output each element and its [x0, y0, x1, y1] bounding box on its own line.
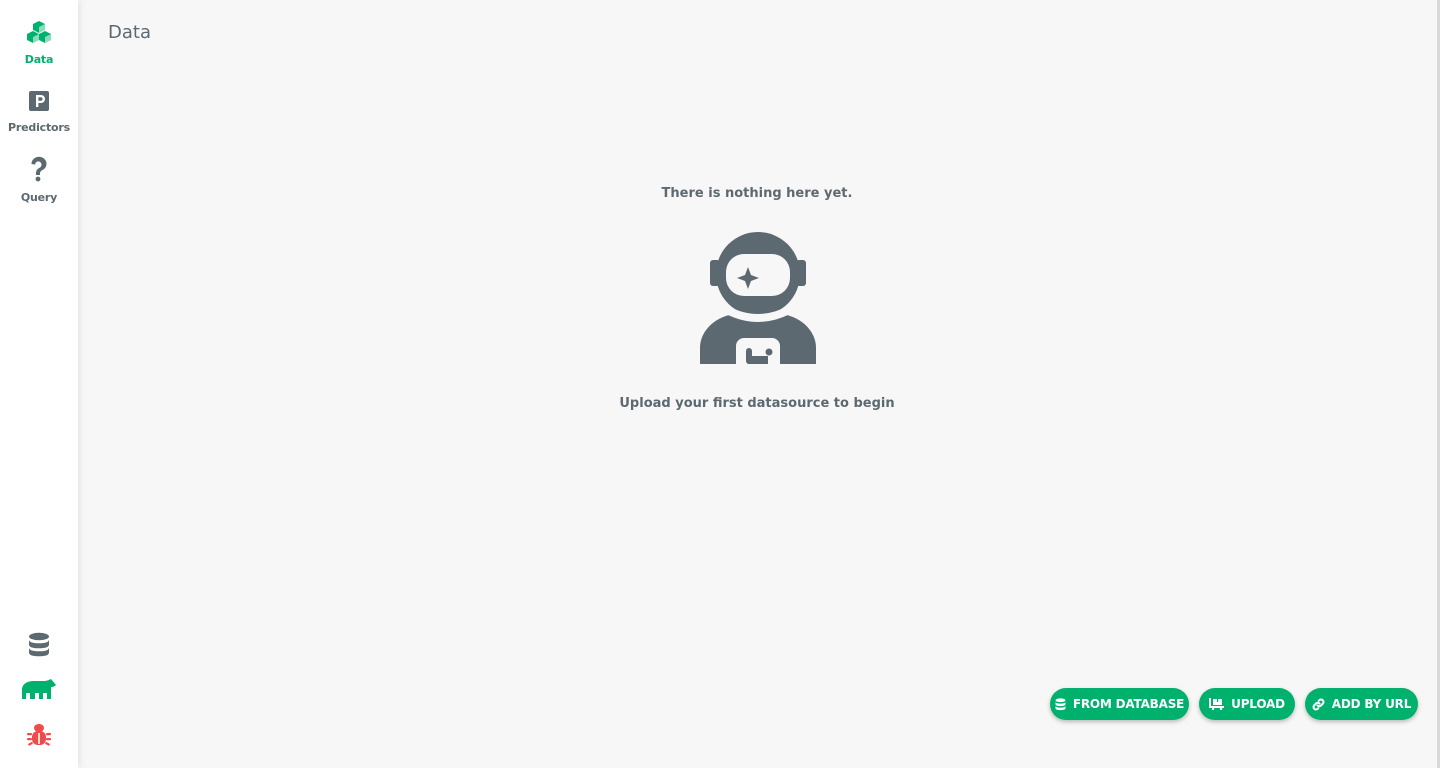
sidebar-item-query[interactable]: Query: [0, 156, 78, 204]
link-icon: [1312, 698, 1325, 710]
mindsdb-logo-icon[interactable]: [0, 678, 78, 700]
astronaut-icon: [698, 230, 818, 366]
sidebar-item-predictors[interactable]: Predictors: [0, 90, 78, 134]
from-database-label: FROM DATABASE: [1072, 697, 1185, 711]
question-icon: [29, 156, 49, 187]
upload-icon: [1209, 698, 1225, 710]
sidebar: Data Predictors Query: [0, 0, 78, 768]
add-by-url-button[interactable]: ADD BY URL: [1305, 688, 1418, 720]
bug-icon[interactable]: [0, 722, 78, 748]
empty-state-subtitle: Upload your first datasource to begin: [619, 396, 895, 411]
empty-state-title: There is nothing here yet.: [661, 186, 853, 201]
cubes-icon: [26, 20, 52, 49]
database-icon[interactable]: [0, 632, 78, 658]
database-icon: [1055, 697, 1066, 710]
add-by-url-label: ADD BY URL: [1331, 697, 1412, 711]
predictor-p-icon: [28, 90, 50, 117]
sidebar-item-data[interactable]: Data: [0, 20, 78, 66]
upload-label: UPLOAD: [1231, 697, 1285, 711]
sidebar-item-label: Predictors: [8, 121, 70, 134]
page-title: Data: [108, 22, 151, 43]
sidebar-item-label: Data: [24, 53, 54, 66]
upload-button[interactable]: UPLOAD: [1199, 688, 1295, 720]
sidebar-item-label: Query: [20, 191, 58, 204]
from-database-button[interactable]: FROM DATABASE: [1050, 688, 1189, 720]
